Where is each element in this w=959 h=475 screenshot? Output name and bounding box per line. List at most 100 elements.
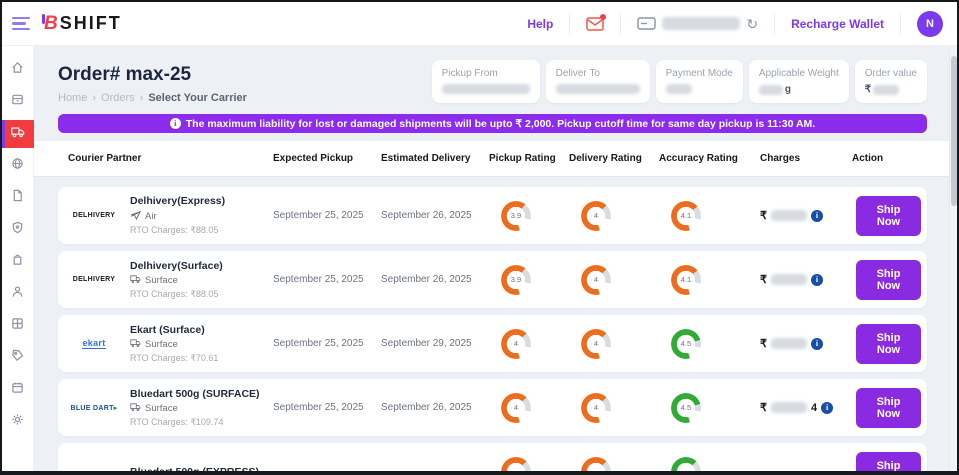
sidebar-item-settings[interactable]: [2, 408, 34, 436]
sidebar-item-shipments[interactable]: [2, 120, 34, 148]
payment-mode-card: Payment Mode: [656, 60, 743, 103]
box-icon: [11, 93, 24, 111]
pickup-rating-gauge: [501, 457, 531, 472]
surface-truck-icon: [130, 338, 141, 351]
gear-icon: [11, 413, 24, 431]
divider: [774, 14, 775, 34]
estimated-delivery-date: September 26, 2025: [381, 402, 489, 413]
wallet-card-icon: [637, 17, 656, 30]
ekart-logo: ekart: [82, 338, 105, 349]
app-window: B SHIFT Help ↻ Recharge Wallet N: [0, 0, 959, 475]
charges-redacted: [771, 210, 807, 221]
sidebar-item-products[interactable]: [2, 248, 34, 276]
col-delivery-rating: Delivery Rating: [569, 153, 659, 164]
ship-now-button[interactable]: Ship Now: [856, 260, 921, 300]
carrier-name: Ekart (Surface): [130, 324, 218, 336]
sidebar-item-documents[interactable]: [2, 184, 34, 212]
payment-mode-label: Payment Mode: [666, 68, 733, 79]
user-avatar[interactable]: N: [917, 11, 943, 37]
estimated-delivery-date: September 29, 2025: [381, 338, 489, 349]
rto-charges: RTO Charges: ₹109.74: [130, 417, 260, 428]
charges-cell: ₹i: [760, 273, 852, 286]
divider: [569, 14, 570, 34]
pickup-rating-gauge: 4: [501, 329, 531, 359]
bluedart-logo: BLUE DART▸: [71, 404, 118, 412]
ship-now-button[interactable]: Ship Now: [856, 324, 921, 364]
help-link[interactable]: Help: [527, 17, 553, 31]
wallet-balance: ↻: [637, 17, 758, 31]
transport-mode: Surface: [145, 339, 178, 350]
ship-now-button[interactable]: Ship Now: [856, 452, 921, 472]
air-icon: [130, 209, 141, 223]
transport-mode: Air: [145, 211, 157, 222]
charges-info-icon[interactable]: i: [811, 210, 823, 222]
scrollbar-thumb[interactable]: [951, 56, 957, 206]
charges-info-icon[interactable]: i: [811, 338, 823, 350]
accuracy-rating-gauge: 4.5: [671, 329, 701, 359]
rto-charges: RTO Charges: ₹88.05: [130, 289, 223, 300]
refresh-icon[interactable]: ↻: [746, 17, 758, 31]
charges-info-icon[interactable]: i: [811, 274, 823, 286]
rto-charges: RTO Charges: ₹88.05: [130, 225, 225, 236]
sidebar-item-customers[interactable]: [2, 280, 34, 308]
carrier-row-ekart-surface: ekart Ekart (Surface) Surface RTO Charge…: [58, 315, 927, 372]
col-expected-pickup: Expected Pickup: [273, 153, 381, 164]
top-header: B SHIFT Help ↻ Recharge Wallet N: [2, 2, 957, 46]
sidebar-item-home[interactable]: [2, 56, 34, 84]
sidebar-nav: [2, 46, 34, 471]
surface-truck-icon: [130, 402, 141, 415]
menu-icon[interactable]: [12, 17, 30, 31]
pickup-from-value-redacted: [442, 84, 530, 94]
expected-pickup-date: September 25, 2025: [273, 274, 381, 285]
sidebar-item-orders[interactable]: [2, 88, 34, 116]
charges-redacted: [771, 274, 807, 285]
deliver-to-label: Deliver To: [556, 68, 640, 79]
carrier-row-bluedart-express: Bluedart 500g (EXPRESS) Ship Now: [58, 443, 927, 471]
carrier-name: Delhivery(Express): [130, 195, 225, 207]
expected-pickup-date: September 25, 2025: [273, 402, 381, 413]
order-value-label: Order value: [865, 68, 917, 79]
charges-redacted: [771, 402, 807, 413]
charges-cell: ₹4i: [760, 401, 852, 414]
brand-name: SHIFT: [60, 13, 122, 34]
carrier-row-bluedart-surface: BLUE DART▸ Bluedart 500g (SURFACE) Surfa…: [58, 379, 927, 436]
carrier-name: Bluedart 500g (EXPRESS): [130, 466, 259, 472]
table-header: Courier Partner Expected Pickup Estimate…: [34, 141, 957, 177]
charges-info-icon[interactable]: i: [821, 402, 833, 414]
sidebar-item-protection[interactable]: [2, 216, 34, 244]
carrier-row-delhivery-express: DELHIVERY Delhivery(Express) Air RTO Cha…: [58, 187, 927, 244]
sidebar-item-offers[interactable]: [2, 344, 34, 372]
pickup-rating-gauge: 4: [501, 393, 531, 423]
ship-now-button[interactable]: Ship Now: [856, 196, 921, 236]
estimated-delivery-date: September 26, 2025: [381, 210, 489, 221]
carrier-name: Delhivery(Surface): [130, 260, 223, 272]
sidebar-item-calendar[interactable]: [2, 376, 34, 404]
transport-mode: Surface: [145, 275, 178, 286]
wallet-amount-redacted: [662, 17, 740, 30]
ship-now-button[interactable]: Ship Now: [856, 388, 921, 428]
deliver-to-value-redacted: [556, 84, 640, 94]
recharge-wallet-button[interactable]: Recharge Wallet: [791, 17, 884, 31]
accuracy-rating-gauge: 4.1: [671, 201, 701, 231]
breadcrumb: Home Orders Select Your Carrier: [58, 92, 247, 104]
breadcrumb-home[interactable]: Home: [58, 92, 96, 104]
delhivery-logo: DELHIVERY: [73, 276, 116, 283]
delivery-rating-gauge: 4: [581, 329, 611, 359]
pickup-from-label: Pickup From: [442, 68, 530, 79]
person-icon: [11, 285, 24, 303]
sidebar-item-apps[interactable]: [2, 312, 34, 340]
breadcrumb-orders[interactable]: Orders: [101, 92, 143, 104]
carrier-row-delhivery-surface: DELHIVERY Delhivery(Surface) Surface RTO…: [58, 251, 927, 308]
banner-text: The maximum liability for lost or damage…: [186, 118, 815, 130]
page-title: Order# max-25: [58, 64, 247, 86]
breadcrumb-current: Select Your Carrier: [148, 92, 247, 104]
sidebar-item-tracking[interactable]: [2, 152, 34, 180]
main-content: Order# max-25 Home Orders Select Your Ca…: [34, 46, 957, 471]
globe-icon: [11, 157, 24, 175]
mail-icon[interactable]: [586, 17, 604, 31]
notification-dot: [600, 14, 606, 20]
payment-mode-value-redacted: [666, 84, 692, 94]
order-info-cards: Pickup From Deliver To Payment Mode Appl…: [432, 60, 927, 103]
charges-cell: ₹i: [760, 337, 852, 350]
delivery-rating-gauge: [581, 457, 611, 472]
